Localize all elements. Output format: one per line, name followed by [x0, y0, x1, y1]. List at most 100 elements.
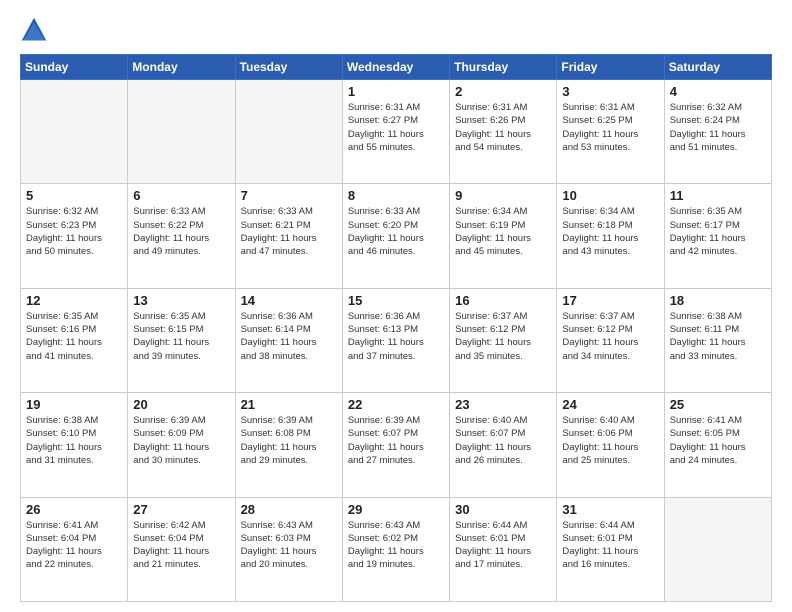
day-cell-25: 25 Sunrise: 6:41 AM Sunset: 6:05 PM Dayli…: [664, 393, 771, 497]
day-number: 21: [241, 397, 337, 412]
day-cell-26: 26 Sunrise: 6:41 AM Sunset: 6:04 PM Dayli…: [21, 497, 128, 601]
day-info: Sunrise: 6:31 AM Sunset: 6:27 PM Dayligh…: [348, 101, 444, 154]
day-number: 10: [562, 188, 658, 203]
weekday-saturday: Saturday: [664, 55, 771, 80]
week-row-2: 5 Sunrise: 6:32 AM Sunset: 6:23 PM Daylig…: [21, 184, 772, 288]
day-cell-9: 9Sunrise: 6:34 AM Sunset: 6:19 PM Daylig…: [450, 184, 557, 288]
day-number: 27: [133, 502, 229, 517]
day-cell-17: 17 Sunrise: 6:37 AM Sunset: 6:12 PM Dayli…: [557, 288, 664, 392]
day-cell-30: 30 Sunrise: 6:44 AM Sunset: 6:01 PM Dayli…: [450, 497, 557, 601]
day-number: 3: [562, 84, 658, 99]
day-cell-15: 15Sunrise: 6:36 AM Sunset: 6:13 PM Dayli…: [342, 288, 449, 392]
weekday-header-row: SundayMondayTuesdayWednesdayThursdayFrid…: [21, 55, 772, 80]
day-info: Sunrise: 6:31 AM Sunset: 6:25 PM Dayligh…: [562, 101, 658, 154]
empty-cell: [235, 80, 342, 184]
day-cell-7: 7 Sunrise: 6:33 AM Sunset: 6:21 PM Daylig…: [235, 184, 342, 288]
day-cell-1: 1 Sunrise: 6:31 AM Sunset: 6:27 PM Daylig…: [342, 80, 449, 184]
weekday-wednesday: Wednesday: [342, 55, 449, 80]
day-info: Sunrise: 6:38 AM Sunset: 6:11 PM Dayligh…: [670, 310, 766, 363]
day-info: Sunrise: 6:35 AM Sunset: 6:16 PM Dayligh…: [26, 310, 122, 363]
day-number: 9: [455, 188, 551, 203]
day-number: 18: [670, 293, 766, 308]
day-number: 6: [133, 188, 229, 203]
day-cell-24: 24Sunrise: 6:40 AM Sunset: 6:06 PM Dayli…: [557, 393, 664, 497]
day-cell-10: 10Sunrise: 6:34 AM Sunset: 6:18 PM Dayli…: [557, 184, 664, 288]
day-info: Sunrise: 6:35 AM Sunset: 6:17 PM Dayligh…: [670, 205, 766, 258]
day-info: Sunrise: 6:44 AM Sunset: 6:01 PM Dayligh…: [562, 519, 658, 572]
day-number: 29: [348, 502, 444, 517]
day-number: 17: [562, 293, 658, 308]
day-cell-21: 21 Sunrise: 6:39 AM Sunset: 6:08 PM Dayli…: [235, 393, 342, 497]
day-info: Sunrise: 6:40 AM Sunset: 6:06 PM Dayligh…: [562, 414, 658, 467]
day-number: 22: [348, 397, 444, 412]
week-row-5: 26 Sunrise: 6:41 AM Sunset: 6:04 PM Dayli…: [21, 497, 772, 601]
day-cell-3: 3 Sunrise: 6:31 AM Sunset: 6:25 PM Daylig…: [557, 80, 664, 184]
day-info: Sunrise: 6:37 AM Sunset: 6:12 PM Dayligh…: [455, 310, 551, 363]
day-info: Sunrise: 6:33 AM Sunset: 6:22 PM Dayligh…: [133, 205, 229, 258]
day-number: 26: [26, 502, 122, 517]
day-info: Sunrise: 6:31 AM Sunset: 6:26 PM Dayligh…: [455, 101, 551, 154]
day-number: 13: [133, 293, 229, 308]
day-info: Sunrise: 6:32 AM Sunset: 6:23 PM Dayligh…: [26, 205, 122, 258]
day-info: Sunrise: 6:33 AM Sunset: 6:21 PM Dayligh…: [241, 205, 337, 258]
day-cell-16: 16 Sunrise: 6:37 AM Sunset: 6:12 PM Dayli…: [450, 288, 557, 392]
day-number: 23: [455, 397, 551, 412]
day-cell-14: 14 Sunrise: 6:36 AM Sunset: 6:14 PM Dayli…: [235, 288, 342, 392]
day-info: Sunrise: 6:43 AM Sunset: 6:03 PM Dayligh…: [241, 519, 337, 572]
day-cell-27: 27 Sunrise: 6:42 AM Sunset: 6:04 PM Dayli…: [128, 497, 235, 601]
week-row-1: 1 Sunrise: 6:31 AM Sunset: 6:27 PM Daylig…: [21, 80, 772, 184]
day-cell-29: 29Sunrise: 6:43 AM Sunset: 6:02 PM Dayli…: [342, 497, 449, 601]
day-cell-2: 2 Sunrise: 6:31 AM Sunset: 6:26 PM Daylig…: [450, 80, 557, 184]
day-info: Sunrise: 6:32 AM Sunset: 6:24 PM Dayligh…: [670, 101, 766, 154]
day-cell-20: 20Sunrise: 6:39 AM Sunset: 6:09 PM Dayli…: [128, 393, 235, 497]
day-number: 14: [241, 293, 337, 308]
day-cell-5: 5 Sunrise: 6:32 AM Sunset: 6:23 PM Daylig…: [21, 184, 128, 288]
day-info: Sunrise: 6:36 AM Sunset: 6:14 PM Dayligh…: [241, 310, 337, 363]
day-number: 19: [26, 397, 122, 412]
day-number: 4: [670, 84, 766, 99]
day-cell-12: 12 Sunrise: 6:35 AM Sunset: 6:16 PM Dayli…: [21, 288, 128, 392]
day-number: 5: [26, 188, 122, 203]
header: [20, 16, 772, 44]
day-number: 1: [348, 84, 444, 99]
day-cell-8: 8Sunrise: 6:33 AM Sunset: 6:20 PM Daylig…: [342, 184, 449, 288]
weekday-sunday: Sunday: [21, 55, 128, 80]
day-cell-19: 19 Sunrise: 6:38 AM Sunset: 6:10 PM Dayli…: [21, 393, 128, 497]
day-number: 15: [348, 293, 444, 308]
day-info: Sunrise: 6:38 AM Sunset: 6:10 PM Dayligh…: [26, 414, 122, 467]
day-info: Sunrise: 6:37 AM Sunset: 6:12 PM Dayligh…: [562, 310, 658, 363]
day-number: 25: [670, 397, 766, 412]
weekday-tuesday: Tuesday: [235, 55, 342, 80]
day-cell-31: 31 Sunrise: 6:44 AM Sunset: 6:01 PM Dayli…: [557, 497, 664, 601]
day-number: 2: [455, 84, 551, 99]
day-info: Sunrise: 6:41 AM Sunset: 6:05 PM Dayligh…: [670, 414, 766, 467]
day-info: Sunrise: 6:41 AM Sunset: 6:04 PM Dayligh…: [26, 519, 122, 572]
day-cell-22: 22Sunrise: 6:39 AM Sunset: 6:07 PM Dayli…: [342, 393, 449, 497]
day-cell-28: 28 Sunrise: 6:43 AM Sunset: 6:03 PM Dayli…: [235, 497, 342, 601]
day-cell-11: 11 Sunrise: 6:35 AM Sunset: 6:17 PM Dayli…: [664, 184, 771, 288]
day-number: 11: [670, 188, 766, 203]
day-number: 31: [562, 502, 658, 517]
day-number: 12: [26, 293, 122, 308]
empty-cell: [664, 497, 771, 601]
empty-cell: [128, 80, 235, 184]
day-number: 8: [348, 188, 444, 203]
weekday-thursday: Thursday: [450, 55, 557, 80]
calendar-table: SundayMondayTuesdayWednesdayThursdayFrid…: [20, 54, 772, 602]
day-cell-6: 6 Sunrise: 6:33 AM Sunset: 6:22 PM Daylig…: [128, 184, 235, 288]
day-number: 28: [241, 502, 337, 517]
week-row-4: 19 Sunrise: 6:38 AM Sunset: 6:10 PM Dayli…: [21, 393, 772, 497]
day-info: Sunrise: 6:44 AM Sunset: 6:01 PM Dayligh…: [455, 519, 551, 572]
day-info: Sunrise: 6:42 AM Sunset: 6:04 PM Dayligh…: [133, 519, 229, 572]
weekday-monday: Monday: [128, 55, 235, 80]
day-number: 16: [455, 293, 551, 308]
day-info: Sunrise: 6:39 AM Sunset: 6:08 PM Dayligh…: [241, 414, 337, 467]
day-info: Sunrise: 6:40 AM Sunset: 6:07 PM Dayligh…: [455, 414, 551, 467]
day-number: 20: [133, 397, 229, 412]
day-number: 7: [241, 188, 337, 203]
logo-icon: [20, 16, 48, 44]
empty-cell: [21, 80, 128, 184]
day-info: Sunrise: 6:35 AM Sunset: 6:15 PM Dayligh…: [133, 310, 229, 363]
logo: [20, 16, 52, 44]
day-number: 30: [455, 502, 551, 517]
